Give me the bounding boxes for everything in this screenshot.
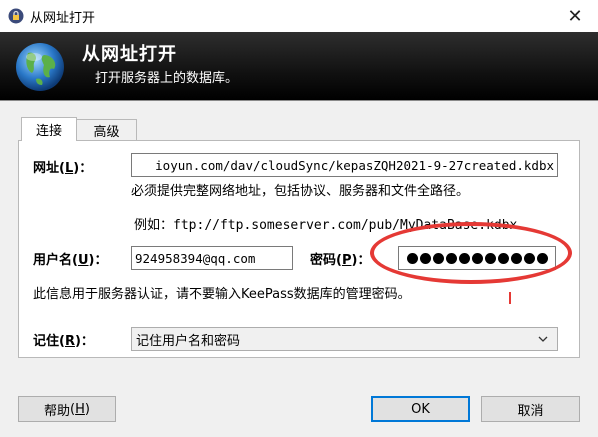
password-label: 密码(P)：: [310, 253, 371, 268]
tab-advanced[interactable]: 高级: [77, 119, 137, 141]
username-value: 924958394@qq.com: [135, 250, 256, 266]
remember-select[interactable]: 记住用户名和密码: [131, 327, 558, 351]
url-hint: 必须提供完整网络地址，包括协议、服务器和文件全路径。: [131, 184, 470, 199]
banner-subtitle: 打开服务器上的数据库。: [95, 71, 239, 86]
cancel-label: 取消: [517, 403, 544, 419]
tab-label: 连接: [35, 124, 62, 139]
window-title: 从网址打开: [30, 11, 96, 26]
cancel-button[interactable]: 取消: [481, 396, 580, 422]
example-prefix: 例如：: [134, 218, 174, 233]
header-divider: [0, 100, 598, 101]
tab-label: 高级: [93, 125, 120, 140]
annotation-circle: [370, 222, 572, 284]
globe-icon: [16, 43, 64, 91]
title-bar: 从网址打开 ✕: [0, 0, 598, 32]
url-input[interactable]: ioyun.com/dav/cloudSync/kepasZQH2021-9-2…: [131, 153, 558, 177]
annotation-mark: [509, 292, 511, 304]
ok-label: OK: [411, 401, 430, 417]
header-banner: 从网址打开 打开服务器上的数据库。: [0, 32, 598, 100]
username-label: 用户名(U)：: [33, 253, 108, 268]
url-value: ioyun.com/dav/cloudSync/kepasZQH2021-9-2…: [155, 157, 554, 173]
lock-icon: [8, 8, 24, 24]
remember-label: 记住(R)：: [33, 334, 94, 349]
remember-value: 记住用户名和密码: [136, 333, 241, 349]
close-button[interactable]: ✕: [552, 0, 598, 32]
ok-button[interactable]: OK: [371, 396, 470, 422]
auth-note: 此信息用于服务器认证，请不要输入KeePass数据库的管理密码。: [33, 287, 411, 302]
chevron-down-icon: [538, 336, 548, 342]
close-icon: ✕: [567, 5, 583, 27]
banner-title: 从网址打开: [82, 44, 177, 65]
url-label: 网址(L)：: [33, 161, 93, 176]
tab-connection[interactable]: 连接: [21, 117, 77, 141]
help-button[interactable]: 帮助(H): [18, 396, 116, 422]
username-input[interactable]: 924958394@qq.com: [131, 246, 293, 270]
